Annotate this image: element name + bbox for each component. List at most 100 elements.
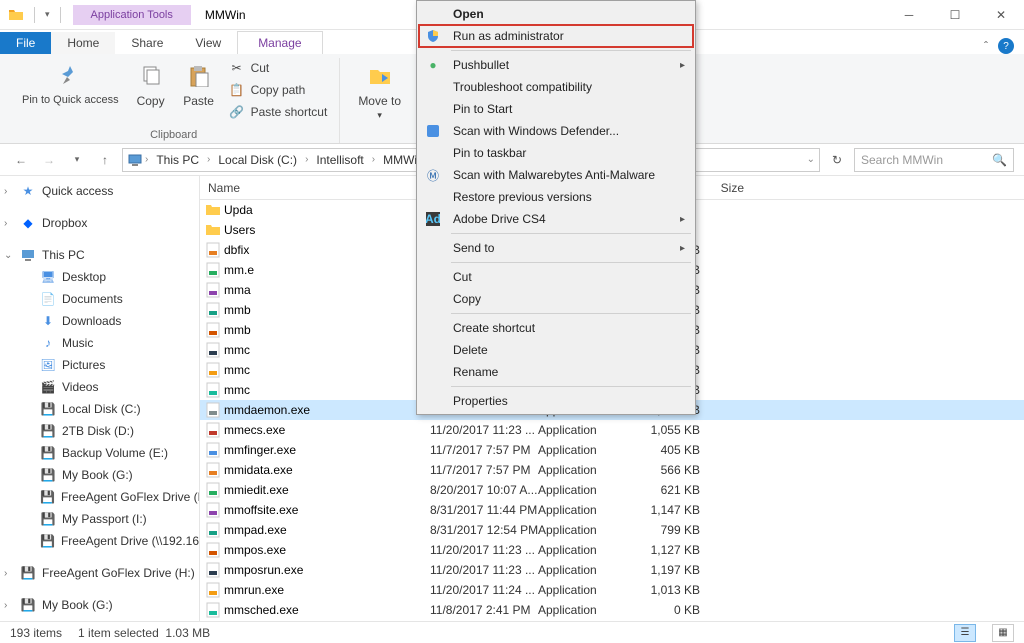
cm-open[interactable]: Open — [419, 3, 693, 25]
file-name: mmidata.exe — [222, 463, 430, 477]
cm-properties[interactable]: Properties — [419, 390, 693, 412]
breadcrumb-dropdown-icon[interactable]: ⌄ — [807, 154, 815, 165]
file-row[interactable]: mmecs.exe11/20/2017 11:23 ...Application… — [200, 420, 1024, 440]
file-date: 11/20/2017 11:24 ... — [430, 583, 538, 597]
col-name[interactable]: Name — [204, 181, 430, 195]
crumb-intellisoft[interactable]: Intellisoft — [310, 151, 369, 169]
file-icon — [204, 342, 222, 358]
minimize-button[interactable]: ─ — [886, 0, 932, 30]
file-row[interactable]: mmpad.exe8/31/2017 12:54 PMApplication79… — [200, 520, 1024, 540]
cm-send-to[interactable]: Send to▸ — [419, 237, 693, 259]
history-dropdown[interactable]: ▾ — [66, 149, 88, 171]
cm-malwarebytes[interactable]: ⓂScan with Malwarebytes Anti-Malware — [419, 164, 693, 186]
file-row[interactable]: mmtool.exe11/20/2017 11:23 ...Applicatio… — [200, 620, 1024, 621]
nav-2tb-d[interactable]: 💾2TB Disk (D:) — [0, 420, 199, 442]
file-name: dbfix — [222, 243, 430, 257]
application-tools-tab[interactable]: Application Tools — [73, 5, 191, 25]
file-size: 405 KB — [648, 443, 710, 457]
view-tab[interactable]: View — [179, 32, 237, 54]
file-row[interactable]: mmposrun.exe11/20/2017 11:23 ...Applicat… — [200, 560, 1024, 580]
file-name: mm.e — [222, 263, 430, 277]
nav-downloads[interactable]: ⬇Downloads — [0, 310, 199, 332]
file-type: Application — [538, 603, 648, 617]
file-icon — [204, 602, 222, 618]
file-row[interactable]: mmidata.exe11/7/2017 7:57 PMApplication5… — [200, 460, 1024, 480]
copy-path-icon: 📋 — [229, 82, 245, 98]
file-name: mma — [222, 283, 430, 297]
file-icon — [204, 442, 222, 458]
maximize-button[interactable]: ☐ — [932, 0, 978, 30]
cm-pin-taskbar[interactable]: Pin to taskbar — [419, 142, 693, 164]
desktop-icon: 🖥 — [40, 269, 56, 285]
copy-path-button[interactable]: 📋Copy path — [225, 80, 332, 100]
help-icon[interactable]: ? — [998, 38, 1014, 54]
cm-defender[interactable]: Scan with Windows Defender... — [419, 120, 693, 142]
cm-adobe[interactable]: AdAdobe Drive CS4▸ — [419, 208, 693, 230]
copy-button[interactable]: Copy — [129, 58, 173, 110]
ribbon-collapse-icon[interactable]: ˆ — [984, 39, 988, 53]
refresh-button[interactable]: ↻ — [826, 153, 848, 167]
cm-rename[interactable]: Rename — [419, 361, 693, 383]
move-to-button[interactable]: Move to▾ — [352, 58, 407, 123]
nav-quick-access[interactable]: ›★Quick access — [0, 180, 199, 202]
downloads-icon: ⬇ — [40, 313, 56, 329]
share-tab[interactable]: Share — [115, 32, 179, 54]
nav-desktop[interactable]: 🖥Desktop — [0, 266, 199, 288]
nav-passport-i[interactable]: 💾My Passport (I:) — [0, 508, 199, 530]
col-size[interactable]: Size — [692, 181, 754, 195]
cm-shortcut[interactable]: Create shortcut — [419, 317, 693, 339]
paste-shortcut-button[interactable]: 🔗Paste shortcut — [225, 102, 332, 122]
file-row[interactable]: mmsched.exe11/8/2017 2:41 PMApplication0… — [200, 600, 1024, 620]
nav-music[interactable]: ♪Music — [0, 332, 199, 354]
crumb-local-disk[interactable]: Local Disk (C:) — [212, 151, 303, 169]
cm-run-as-admin[interactable]: Run as administrator — [419, 25, 693, 47]
icons-view-button[interactable]: ▦ — [992, 624, 1014, 642]
copy-icon — [135, 60, 167, 92]
nav-backup-e[interactable]: 💾Backup Volume (E:) — [0, 442, 199, 464]
up-button[interactable]: ↑ — [94, 149, 116, 171]
manage-tab[interactable]: Manage — [237, 31, 322, 54]
file-row[interactable]: mmoffsite.exe8/31/2017 11:44 PMApplicati… — [200, 500, 1024, 520]
clipboard-group-label: Clipboard — [150, 129, 197, 143]
nav-dropbox[interactable]: ›◆Dropbox — [0, 212, 199, 234]
file-name: mmpad.exe — [222, 523, 430, 537]
file-row[interactable]: mmrun.exe11/20/2017 11:24 ...Application… — [200, 580, 1024, 600]
cm-restore[interactable]: Restore previous versions — [419, 186, 693, 208]
nav-documents[interactable]: 📄Documents — [0, 288, 199, 310]
pin-quick-access-button[interactable]: Pin to Quick access — [16, 58, 125, 108]
file-size: 1,055 KB — [648, 423, 710, 437]
file-type: Application — [538, 443, 648, 457]
nav-freeagent-z[interactable]: 💾FreeAgent Drive (\\192.168.1.1) (Z:) — [0, 530, 199, 552]
nav-mybook-g[interactable]: 💾My Book (G:) — [0, 464, 199, 486]
cm-delete[interactable]: Delete — [419, 339, 693, 361]
nav-this-pc[interactable]: ⌄This PC — [0, 244, 199, 266]
nav-mybook-g2[interactable]: ›💾My Book (G:) — [0, 594, 199, 616]
forward-button[interactable]: → — [38, 149, 60, 171]
cm-pin-start[interactable]: Pin to Start — [419, 98, 693, 120]
home-tab[interactable]: Home — [51, 32, 115, 54]
back-button[interactable]: ← — [10, 149, 32, 171]
nav-local-c[interactable]: 💾Local Disk (C:) — [0, 398, 199, 420]
cm-pushbullet[interactable]: ●Pushbullet▸ — [419, 54, 693, 76]
crumb-this-pc[interactable]: This PC — [150, 151, 205, 169]
navigation-pane[interactable]: ›★Quick access ›◆Dropbox ⌄This PC 🖥Deskt… — [0, 176, 200, 621]
nav-freeagent-h2[interactable]: ›💾FreeAgent GoFlex Drive (H:) — [0, 562, 199, 584]
details-view-button[interactable]: ☰ — [954, 624, 976, 642]
file-icon — [204, 242, 222, 258]
cm-troubleshoot[interactable]: Troubleshoot compatibility — [419, 76, 693, 98]
qat-dropdown-icon[interactable]: ▾ — [45, 9, 50, 20]
file-name: mmb — [222, 303, 430, 317]
paste-button[interactable]: Paste — [177, 58, 221, 110]
cm-cut[interactable]: Cut — [419, 266, 693, 288]
nav-videos[interactable]: 🎬Videos — [0, 376, 199, 398]
file-tab[interactable]: File — [0, 32, 51, 54]
file-row[interactable]: mmpos.exe11/20/2017 11:23 ...Application… — [200, 540, 1024, 560]
file-row[interactable]: mmiedit.exe8/20/2017 10:07 A...Applicati… — [200, 480, 1024, 500]
search-input[interactable]: Search MMWin 🔍 — [854, 148, 1014, 172]
cut-button[interactable]: ✂Cut — [225, 58, 332, 78]
file-row[interactable]: mmfinger.exe11/7/2017 7:57 PMApplication… — [200, 440, 1024, 460]
nav-pictures[interactable]: 🖼Pictures — [0, 354, 199, 376]
cm-copy[interactable]: Copy — [419, 288, 693, 310]
close-button[interactable]: ✕ — [978, 0, 1024, 30]
nav-freeagent-h[interactable]: 💾FreeAgent GoFlex Drive (H:) — [0, 486, 199, 508]
